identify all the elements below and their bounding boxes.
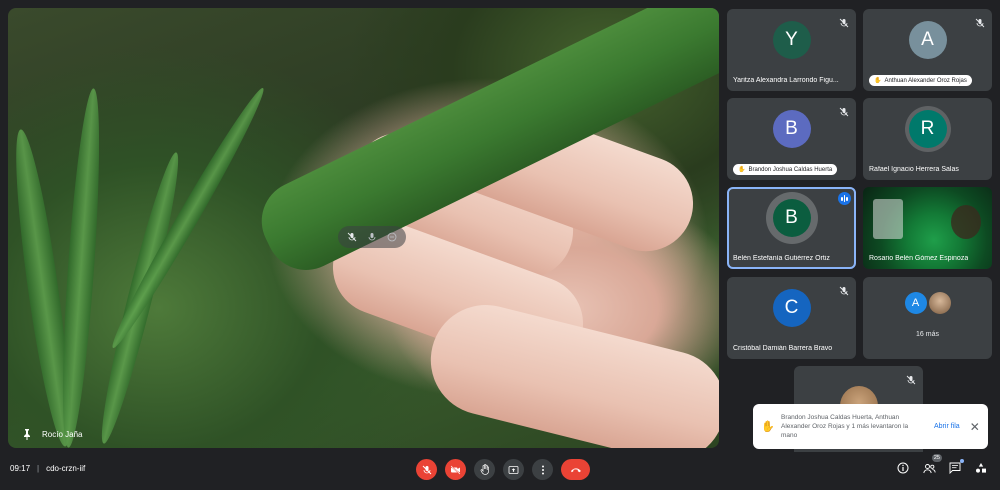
close-icon[interactable]: ✕ <box>970 420 980 434</box>
participant-name: Rafael Ignacio Herrera Salas <box>869 166 959 173</box>
avatar: B <box>772 110 811 149</box>
hand-icon: ✋ <box>761 421 775 433</box>
participant-tile[interactable]: Y Yaritza Alexandra Larrondo Figu... <box>727 9 856 91</box>
avatar: B <box>772 199 811 238</box>
avatar: C <box>772 289 811 328</box>
participant-tile[interactable]: B ✋ Brandon Joshua Caldas Huerta <box>727 98 856 180</box>
raise-hand-button[interactable] <box>474 459 495 480</box>
raised-hands-toast: ✋ Brandon Joshua Caldas Huerta, Anthuan … <box>753 404 988 449</box>
separator: | <box>37 464 40 473</box>
people-count-badge: 25 <box>931 454 942 462</box>
toast-message: Brandon Joshua Caldas Huerta, Anthuan Al… <box>781 414 909 439</box>
video-scene <box>951 205 981 239</box>
people-button[interactable]: 25 <box>922 454 942 475</box>
meeting-stage: Rocío Jaña Y Yaritza Alexandra Larrondo … <box>0 0 1000 452</box>
meeting-code: cdo-crzn-iif <box>46 464 86 473</box>
participant-tile[interactable]: A ✋ Anthuan Alexander Oroz Rojas <box>863 9 992 91</box>
mic-toggle-button[interactable] <box>416 459 437 480</box>
chat-icon <box>949 462 961 474</box>
participant-controls-overlay <box>338 226 406 248</box>
avatar: A <box>908 21 947 60</box>
mic-off-icon <box>906 372 916 390</box>
camera-toggle-button[interactable] <box>445 459 466 480</box>
avatar: A <box>904 292 927 315</box>
activities-icon <box>976 463 986 473</box>
participant-tile[interactable]: B Belén Estefanía Gutiérrez Ortiz <box>727 187 856 269</box>
participant-name: Rosario Belén Gómez Espinoza <box>869 255 969 262</box>
raised-hand-chip: ✋ Anthuan Alexander Oroz Rojas <box>869 75 972 86</box>
hang-up-icon <box>570 467 581 472</box>
more-options-button[interactable] <box>532 459 553 480</box>
present-icon <box>508 465 519 474</box>
mic-off-icon <box>839 15 849 28</box>
info-icon <box>897 462 909 474</box>
hand-icon <box>480 464 489 475</box>
participant-name: Yaritza Alexandra Larrondo Figu... <box>733 77 839 84</box>
more-avatars: A <box>904 292 951 315</box>
activities-button[interactable] <box>974 461 988 475</box>
participant-name: Anthuan Alexander Oroz Rojas <box>884 77 967 84</box>
chat-unread-dot <box>960 459 964 463</box>
mic-off-icon <box>839 283 849 296</box>
camera-off-icon <box>450 464 461 475</box>
video-scene <box>873 199 903 239</box>
participant-name: Belén Estefanía Gutiérrez Ortiz <box>733 255 830 262</box>
more-icon[interactable] <box>385 230 399 244</box>
more-participants-tile[interactable]: A 16 más <box>863 277 992 359</box>
avatar: Y <box>772 21 811 60</box>
avatar: R <box>908 110 947 149</box>
mic-off-icon[interactable] <box>345 230 359 244</box>
more-vert-icon <box>541 465 544 474</box>
speaker-name: Rocío Jaña <box>42 429 83 439</box>
mic-icon[interactable] <box>365 230 379 244</box>
main-video[interactable]: Rocío Jaña <box>8 8 719 448</box>
present-button[interactable] <box>503 459 524 480</box>
mic-off-icon <box>422 465 431 474</box>
participant-video-tile[interactable]: Rosario Belén Gómez Espinoza <box>863 187 992 269</box>
mic-off-icon <box>975 15 985 28</box>
participant-name: Brandon Joshua Caldas Huerta <box>748 166 833 173</box>
meeting-tools: 25 <box>896 454 988 475</box>
open-queue-button[interactable]: Abrir fila <box>934 423 960 430</box>
speaker-label: Rocío Jaña <box>22 428 82 440</box>
participant-name: Cristóbal Damián Barrera Bravo <box>733 345 833 352</box>
avatar <box>928 292 951 315</box>
participant-tile[interactable]: R Rafael Ignacio Herrera Salas <box>863 98 992 180</box>
speaking-indicator-icon <box>838 192 851 205</box>
more-count: 16 más <box>916 331 939 338</box>
mic-off-icon <box>839 104 849 117</box>
participant-tile[interactable]: C Cristóbal Damián Barrera Bravo <box>727 277 856 359</box>
raised-hand-chip: ✋ Brandon Joshua Caldas Huerta <box>733 164 838 175</box>
people-icon <box>922 463 936 473</box>
call-controls <box>416 459 590 480</box>
hand-icon: ✋ <box>738 167 746 173</box>
video-scene <box>55 87 107 448</box>
pin-icon[interactable] <box>22 428 32 440</box>
meeting-info: 09:17 | cdo-crzn-iif <box>10 464 85 473</box>
leave-call-button[interactable] <box>561 459 590 480</box>
hand-icon: ✋ <box>874 78 882 84</box>
meeting-details-button[interactable] <box>896 461 910 475</box>
chat-button[interactable] <box>948 459 964 475</box>
video-scene <box>104 83 272 353</box>
clock: 09:17 <box>10 464 31 473</box>
bottom-bar: 09:17 | cdo-crzn-iif 25 <box>0 452 1000 490</box>
